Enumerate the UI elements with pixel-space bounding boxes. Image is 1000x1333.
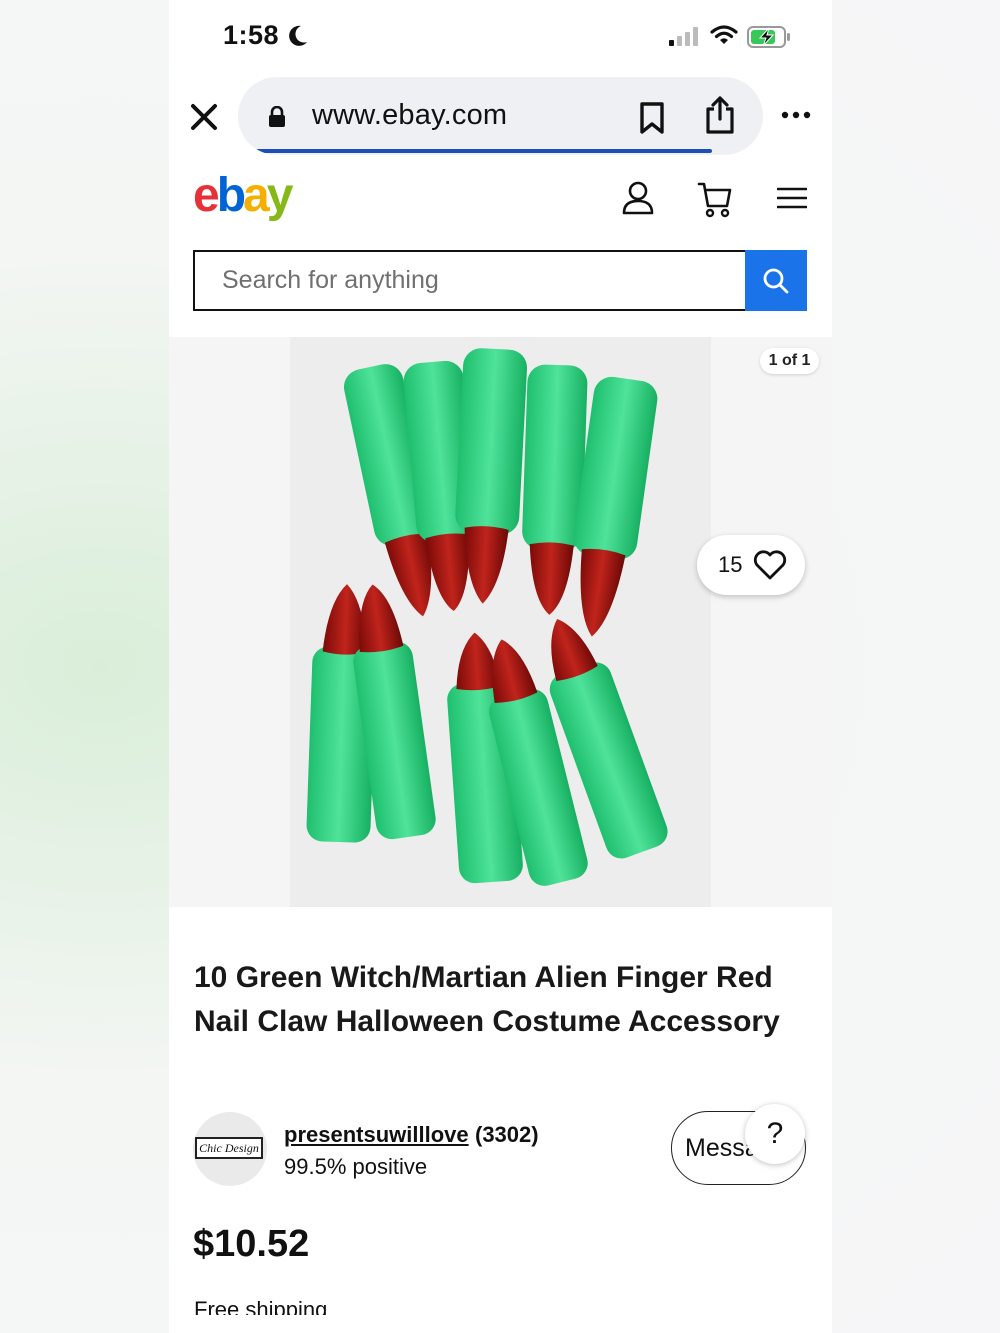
seller-avatar[interactable]: Chic Design xyxy=(193,1112,267,1186)
image-counter: 1 of 1 xyxy=(760,348,819,374)
item-price: $10.52 xyxy=(193,1223,310,1265)
seller-name-link[interactable]: presentsuwilllove xyxy=(284,1122,469,1148)
signal-icon xyxy=(669,27,698,46)
wifi-icon xyxy=(710,25,738,44)
moon-icon xyxy=(289,25,307,46)
watch-button[interactable]: 15 xyxy=(697,535,805,595)
status-bar: 1:58 xyxy=(169,0,832,76)
image-gallery: 1 of 1 xyxy=(169,337,832,907)
address-bar[interactable]: www.ebay.com xyxy=(238,77,763,155)
more-icon[interactable] xyxy=(781,110,811,120)
bookmark-icon[interactable] xyxy=(638,101,666,135)
heart-icon xyxy=(753,550,787,580)
lock-icon xyxy=(269,106,285,127)
phone-screen: 1:58 www.ebay.com ebay Search for anythi… xyxy=(169,0,832,1333)
browser-bar: www.ebay.com xyxy=(169,76,832,158)
status-time: 1:58 xyxy=(223,20,280,50)
search-bar xyxy=(193,250,807,311)
menu-icon[interactable] xyxy=(777,186,807,210)
search-input[interactable] xyxy=(195,252,747,309)
seller-feedback-count: (3302) xyxy=(475,1122,539,1147)
item-title: 10 Green Witch/Martian Alien Finger Red … xyxy=(194,961,780,1038)
search-icon xyxy=(763,268,789,293)
help-button[interactable]: ? xyxy=(745,1104,805,1164)
shipping-info: Free shipping xyxy=(194,1297,328,1315)
page-load-progress xyxy=(244,149,712,153)
seller-logo: Chic Design xyxy=(195,1137,263,1159)
ebay-logo[interactable]: ebay xyxy=(193,168,293,223)
cart-icon[interactable] xyxy=(697,180,733,218)
url-text: www.ebay.com xyxy=(312,99,508,131)
account-icon[interactable] xyxy=(621,180,655,216)
site-header: ebay xyxy=(169,160,832,240)
close-icon[interactable] xyxy=(187,100,221,134)
search-button[interactable] xyxy=(745,250,807,311)
battery-icon xyxy=(747,26,790,48)
seller-feedback-percent: 99.5% positive xyxy=(284,1154,428,1179)
watch-count: 15 xyxy=(718,552,743,577)
share-icon[interactable] xyxy=(704,95,736,135)
product-image[interactable] xyxy=(290,337,711,907)
